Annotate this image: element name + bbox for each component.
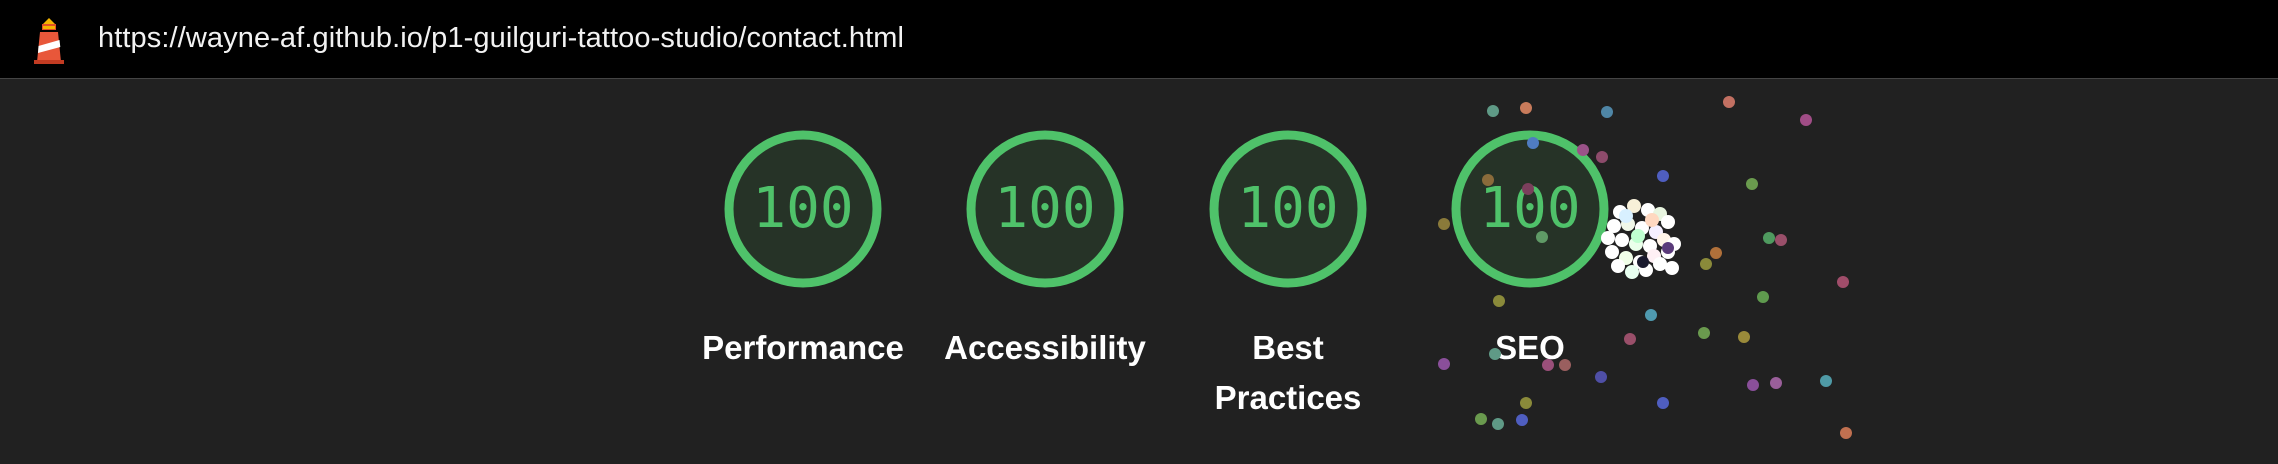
gauge-seo[interactable]: 100 SEO <box>1410 129 1650 373</box>
score-value: 100 <box>1237 176 1339 241</box>
score-ring: 100 <box>965 129 1125 289</box>
score-ring: 100 <box>723 129 883 289</box>
gauge-label: Performance <box>702 329 904 366</box>
gauge-best-practices[interactable]: 100 Best Practices <box>1168 129 1408 423</box>
lighthouse-icon <box>34 18 64 64</box>
page-url[interactable]: https://wayne-af.github.io/p1-guilguri-t… <box>98 22 904 55</box>
gauge-label: Accessibility <box>944 329 1146 366</box>
score-ring: 100 <box>1450 129 1610 289</box>
gauge-label: SEO <box>1495 329 1565 366</box>
score-value: 100 <box>1479 176 1581 241</box>
score-ring: 100 <box>1208 129 1368 289</box>
address-bar: https://wayne-af.github.io/p1-guilguri-t… <box>0 0 2278 79</box>
score-value: 100 <box>752 176 854 241</box>
gauge-accessibility[interactable]: 100 Accessibility <box>925 129 1165 373</box>
lighthouse-scores: 100 Performance 100 Accessibility 100 Be… <box>0 79 2278 464</box>
gauge-performance[interactable]: 100 Performance <box>683 129 923 373</box>
score-value: 100 <box>994 176 1096 241</box>
gauge-label: Best Practices <box>1214 329 1362 416</box>
